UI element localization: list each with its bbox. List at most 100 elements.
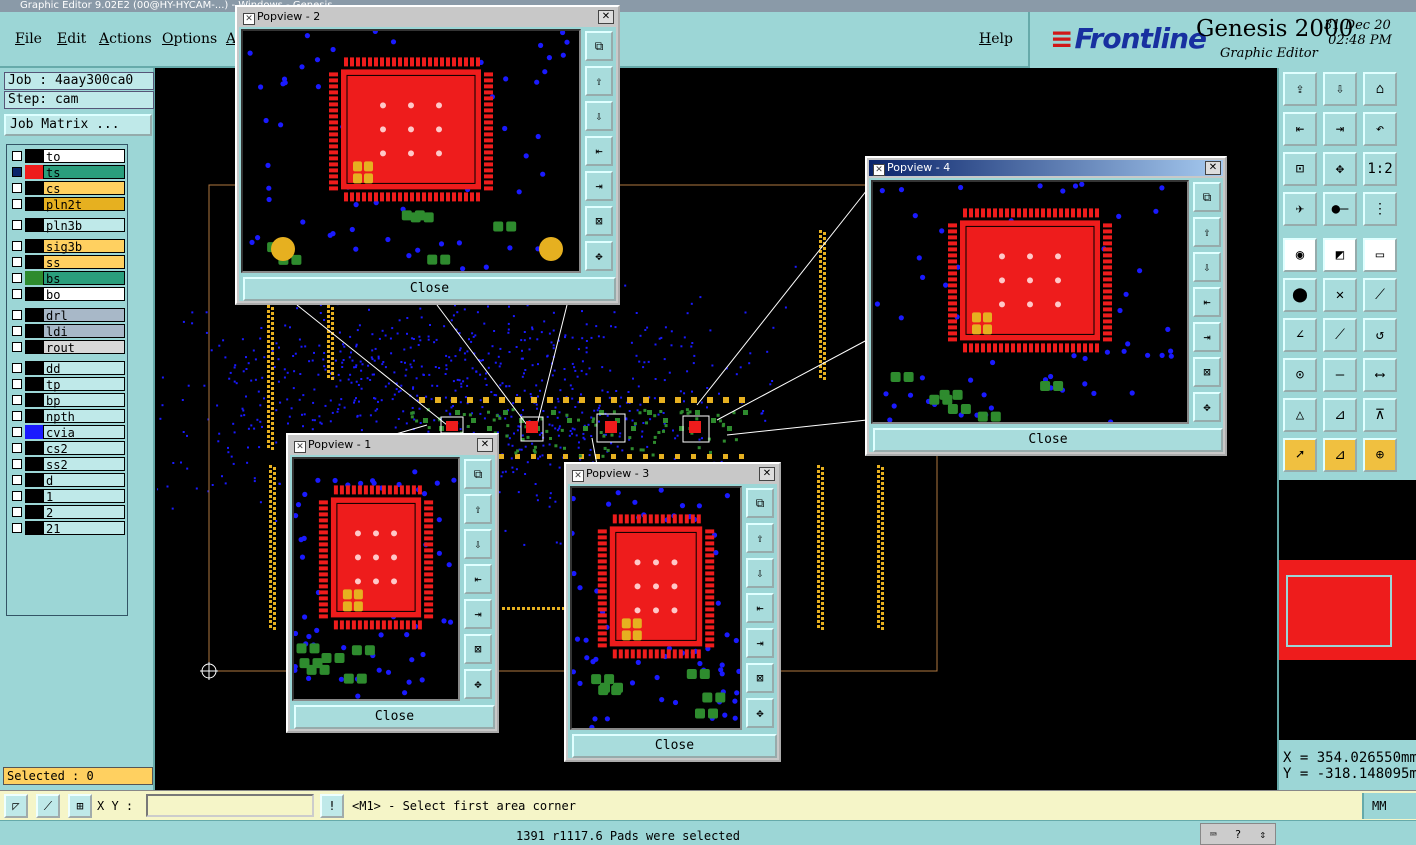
rotate-icon[interactable]: ↺ <box>1363 318 1397 352</box>
zoom-out-icon[interactable]: ⇩ <box>746 558 774 588</box>
pan-right-icon[interactable]: ⇥ <box>1193 322 1221 352</box>
layer-color-swatch[interactable] <box>25 425 43 439</box>
popview-2-view[interactable] <box>241 29 581 273</box>
layer-checkbox[interactable] <box>12 273 22 283</box>
delta-icon[interactable]: ⊿ <box>1323 398 1357 432</box>
layer-checkbox[interactable] <box>12 326 22 336</box>
pin-icon[interactable]: ●— <box>1323 192 1357 226</box>
overview-map[interactable] <box>1279 480 1416 740</box>
layer-name[interactable]: pln3b <box>43 218 125 233</box>
layer-checkbox[interactable] <box>12 507 22 517</box>
angle-icon[interactable]: ∠ <box>1283 318 1317 352</box>
layer-color-swatch[interactable] <box>25 361 43 375</box>
layer-color-swatch[interactable] <box>25 255 43 269</box>
layer-checkbox[interactable] <box>12 167 22 177</box>
layer-color-swatch[interactable] <box>25 308 43 322</box>
pan-right-icon[interactable]: ⇥ <box>464 599 492 629</box>
layer-checkbox[interactable] <box>12 241 22 251</box>
layer-row-pln3b[interactable]: pln3b <box>9 218 125 233</box>
layer-checkbox[interactable] <box>12 310 22 320</box>
diagonal-select-icon[interactable]: ⟋ <box>36 794 60 818</box>
home-icon[interactable]: ⌂ <box>1363 72 1397 106</box>
fit-icon[interactable]: ⊠ <box>464 634 492 664</box>
layer-row-ldi[interactable]: ldi <box>9 324 125 339</box>
popview-3-title[interactable]: ✕ Popview - 3 <box>568 466 777 482</box>
pan-left-icon[interactable]: ⇤ <box>1283 112 1317 146</box>
fit-icon[interactable]: ⊠ <box>585 206 613 236</box>
zoom-in-icon[interactable]: ⇪ <box>1193 217 1221 247</box>
ruler-icon[interactable]: ▭ <box>1363 238 1397 272</box>
layer-name[interactable]: to <box>43 149 125 164</box>
layer-name[interactable]: cvia <box>43 425 125 440</box>
layer-name[interactable]: bo <box>43 287 125 302</box>
popview-2-title[interactable]: ✕ Popview - 2 <box>239 9 616 25</box>
copy-icon[interactable]: ⧉ <box>1193 182 1221 212</box>
layer-checkbox[interactable] <box>12 475 22 485</box>
zoom-out-icon[interactable]: ⇩ <box>464 529 492 559</box>
layer-name[interactable]: 1 <box>43 489 125 504</box>
layers-icon[interactable]: ⋮ <box>1363 192 1397 226</box>
layer-checkbox[interactable] <box>12 363 22 373</box>
zoom-out-icon[interactable]: ⇩ <box>1323 72 1357 106</box>
pan-right-icon[interactable]: ⇥ <box>585 171 613 201</box>
layer-color-swatch[interactable] <box>25 239 43 253</box>
layer-color-swatch[interactable] <box>25 457 43 471</box>
layer-color-swatch[interactable] <box>25 324 43 338</box>
zoom-in-icon[interactable]: ⇪ <box>464 494 492 524</box>
popview-4-window[interactable]: ✕ Popview - 4 ✕ ⧉ ⇪ ⇩ ⇤ ⇥ ⊠ ✥ Close <box>865 156 1227 456</box>
close-icon[interactable]: ✕ <box>477 438 493 452</box>
popview-3-window[interactable]: ✕ Popview - 3 ✕ ⧉ ⇪ ⇩ ⇤ ⇥ ⊠ ✥ Close <box>564 462 781 762</box>
pan-left-icon[interactable]: ⇤ <box>585 136 613 166</box>
pan-icon[interactable]: ✥ <box>746 698 774 728</box>
pan-left-icon[interactable]: ⇤ <box>746 593 774 623</box>
popview-3-view[interactable] <box>570 486 742 730</box>
layer-color-swatch[interactable] <box>25 409 43 423</box>
layer-row-ss2[interactable]: ss2 <box>9 457 125 472</box>
close-icon[interactable]: ✕ <box>759 467 775 481</box>
layer-name[interactable]: 2 <box>43 505 125 520</box>
layer-name[interactable]: ss <box>43 255 125 270</box>
plus-icon[interactable]: ⊕ <box>1363 438 1397 472</box>
layer-name[interactable]: npth <box>43 409 125 424</box>
copy-icon[interactable]: ⧉ <box>746 488 774 518</box>
layer-color-swatch[interactable] <box>25 441 43 455</box>
layer-row-pln2t[interactable]: pln2t <box>9 197 125 212</box>
popview-1-window[interactable]: ✕ Popview - 1 ✕ ⧉ ⇪ ⇩ ⇤ ⇥ ⊠ ✥ Close <box>286 433 499 733</box>
move-icon[interactable]: ✥ <box>1323 152 1357 186</box>
layer-color-swatch[interactable] <box>25 473 43 487</box>
arrow-icon[interactable]: ➚ <box>1283 438 1317 472</box>
cross-icon[interactable]: ✕ <box>1323 278 1357 312</box>
layer-row-ts[interactable]: ts <box>9 165 125 180</box>
layer-name[interactable]: sig3b <box>43 239 125 254</box>
layer-row-1[interactable]: 1 <box>9 489 125 504</box>
layer-row-cvia[interactable]: cvia <box>9 425 125 440</box>
window-menu-icon[interactable]: ✕ <box>873 164 885 176</box>
popview-3-close-button[interactable]: Close <box>572 734 777 758</box>
triangle-icon[interactable]: △ <box>1283 398 1317 432</box>
popview-1-close-button[interactable]: Close <box>294 705 495 729</box>
layer-color-swatch[interactable] <box>25 218 43 232</box>
pan-left-icon[interactable]: ⇤ <box>1193 287 1221 317</box>
layer-row-cs2[interactable]: cs2 <box>9 441 125 456</box>
pad-icon[interactable]: ◉ <box>1283 238 1317 272</box>
keyboard-icon[interactable]: ⌨ <box>1210 828 1217 841</box>
fit-icon[interactable]: ⊡ <box>1283 152 1317 186</box>
layer-color-swatch[interactable] <box>25 165 43 179</box>
layer-color-swatch[interactable] <box>25 271 43 285</box>
layer-name[interactable]: tp <box>43 377 125 392</box>
layer-color-swatch[interactable] <box>25 505 43 519</box>
layer-checkbox[interactable] <box>12 523 22 533</box>
snap-icon[interactable]: ✈ <box>1283 192 1317 226</box>
layer-name[interactable]: ldi <box>43 324 125 339</box>
layer-row-dd[interactable]: dd <box>9 361 125 376</box>
menu-options[interactable]: Options <box>162 31 217 47</box>
layer-row-rout[interactable]: rout <box>9 340 125 355</box>
pan-right-icon[interactable]: ⇥ <box>1323 112 1357 146</box>
area-select-icon[interactable]: ◸ <box>4 794 28 818</box>
menu-help[interactable]: Help <box>979 31 1013 47</box>
layer-checkbox[interactable] <box>12 151 22 161</box>
layer-color-swatch[interactable] <box>25 393 43 407</box>
layer-row-bp[interactable]: bp <box>9 393 125 408</box>
window-menu-icon[interactable]: ✕ <box>243 13 255 25</box>
menu-actions[interactable]: Actions <box>99 31 152 47</box>
